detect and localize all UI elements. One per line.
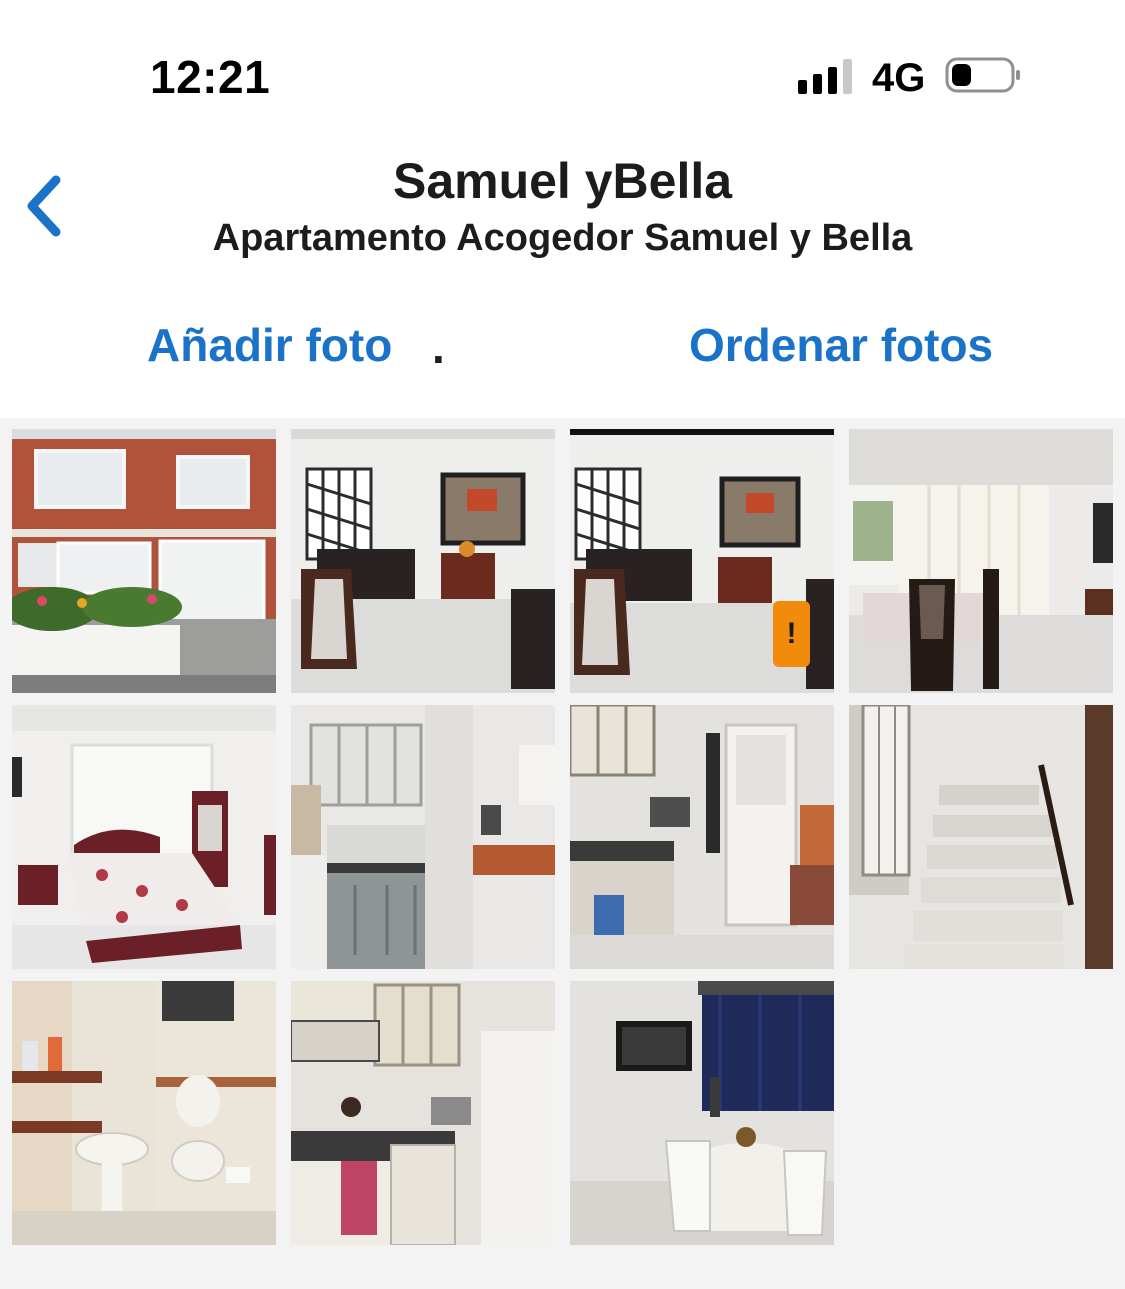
photo-grid: ! xyxy=(0,418,1125,1289)
signal-icon xyxy=(798,58,858,94)
photo-tile-living-room-2[interactable]: ! xyxy=(570,429,834,693)
photo-tile-staircase[interactable] xyxy=(849,705,1113,969)
photo-tile-kitchen-stove[interactable] xyxy=(291,981,555,1245)
photo-tile-building-exterior[interactable] xyxy=(12,429,276,693)
battery-icon xyxy=(945,57,1021,93)
warning-badge: ! xyxy=(773,601,810,667)
photo-tile-dining-corner-tv[interactable] xyxy=(570,981,834,1245)
photo-tile-kitchen-laundry[interactable] xyxy=(570,705,834,969)
page-title: Samuel yBella xyxy=(392,153,733,209)
photo-tile-kitchen[interactable] xyxy=(291,705,555,969)
network-label: 4G xyxy=(872,56,926,100)
photo-tile-bathroom[interactable] xyxy=(12,981,276,1245)
sort-photos-button[interactable]: Ordenar fotos xyxy=(689,318,993,372)
photo-tile-living-room[interactable] xyxy=(291,429,555,693)
photo-manager-screen: 12:21 4G Samuel yBella Apartamento Acoge… xyxy=(0,0,1125,1289)
status-bar: 12:21 4G xyxy=(0,0,1125,150)
photo-tile-dining-room[interactable] xyxy=(849,429,1113,693)
separator-dot: . xyxy=(432,321,445,373)
add-photo-button[interactable]: Añadir foto xyxy=(147,318,392,372)
photo-tile-bedroom[interactable] xyxy=(12,705,276,969)
status-time: 12:21 xyxy=(150,51,271,103)
page-subtitle: Apartamento Acogedor Samuel y Bella xyxy=(212,217,913,259)
